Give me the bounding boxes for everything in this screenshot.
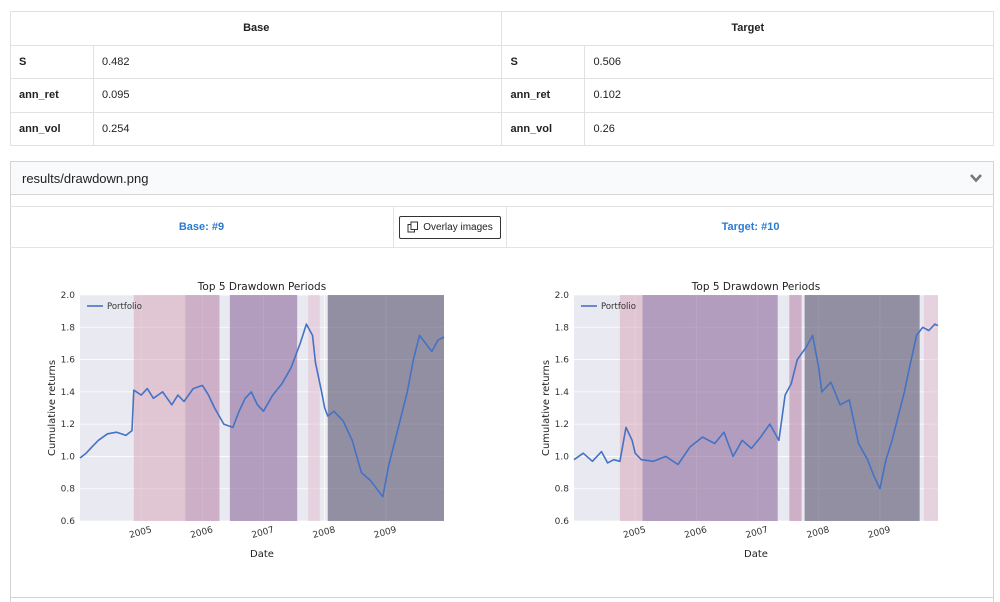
metric-key: ann_vol xyxy=(501,111,586,146)
metric-key: ann_vol xyxy=(10,111,94,146)
base-drawdown-chart: 0.6 0.8 1.0 1.2 1.4 1.6 1.8 2.0 2005 2006 2007 2008… xyxy=(40,276,460,571)
drawdown-span xyxy=(804,295,920,521)
x-tick-label: 2007 xyxy=(745,525,770,541)
drawdown-span xyxy=(133,295,186,521)
section-title: results/drawdown.png xyxy=(22,170,149,186)
y-tick-label: 1.0 xyxy=(555,452,570,462)
overlay-images-button[interactable]: Overlay images xyxy=(399,215,501,239)
drawdown-span xyxy=(619,295,643,521)
target-drawdown-svg: 0.6 0.8 1.0 1.2 1.4 1.6 1.8 2.0 2005 2006 2007 2008… xyxy=(541,281,939,560)
table-row: S 0.482 S 0.506 xyxy=(10,44,994,79)
overlay-cell: Overlay images xyxy=(394,207,507,247)
y-tick-label: 1.0 xyxy=(61,452,76,462)
drawdown-span xyxy=(642,295,778,521)
target-run-link[interactable]: Target: #10 xyxy=(722,221,780,233)
target-drawdown-chart: 0.6 0.8 1.0 1.2 1.4 1.6 1.8 2.0 2005 2006 2007 2008… xyxy=(534,276,954,571)
copy-icon xyxy=(407,221,419,233)
x-axis-label: Date xyxy=(744,549,768,560)
y-tick-label: 2.0 xyxy=(61,291,76,301)
y-axis-label: Cumulative returns xyxy=(541,360,552,456)
base-drawdown-svg: 0.6 0.8 1.0 1.2 1.4 1.6 1.8 2.0 2005 2006 2007 2008… xyxy=(47,281,445,560)
metric-target-value: 0.506 xyxy=(584,44,994,79)
y-tick-label: 1.6 xyxy=(61,356,76,366)
overlay-images-label: Overlay images xyxy=(423,221,493,233)
target-header: Target xyxy=(501,11,994,46)
x-tick-label: 2006 xyxy=(189,525,214,541)
section-bottom-border xyxy=(10,597,994,598)
x-tick-label: 2006 xyxy=(683,525,708,541)
metric-key: S xyxy=(501,44,586,79)
x-tick-label: 2005 xyxy=(622,525,647,541)
y-tick-label: 1.4 xyxy=(555,388,570,398)
y-tick-label: 0.8 xyxy=(555,485,570,495)
x-tick-label: 2008 xyxy=(312,525,337,541)
base-header: Base xyxy=(9,11,503,46)
base-run-link[interactable]: Base: #9 xyxy=(179,221,224,233)
y-tick-label: 0.6 xyxy=(555,517,570,527)
y-tick-label: 1.6 xyxy=(555,356,570,366)
metric-base-value: 0.254 xyxy=(92,111,503,146)
metric-target-value: 0.26 xyxy=(584,111,994,146)
legend-label: Portfolio xyxy=(601,302,636,312)
base-column-header: Base: #9 xyxy=(10,207,394,247)
x-tick-label: 2008 xyxy=(806,525,831,541)
drawdown-span xyxy=(789,295,802,521)
metric-key: S xyxy=(10,44,94,79)
y-tick-label: 1.2 xyxy=(61,420,75,430)
compare-bar: Base: #9 Overlay images Target: #10 xyxy=(10,206,994,248)
x-axis-label: Date xyxy=(250,549,274,560)
x-tick-label: 2005 xyxy=(128,525,153,541)
metrics-table: Base Target S 0.482 S 0.506 ann_ret 0.09… xyxy=(9,11,994,146)
table-row: ann_vol 0.254 ann_vol 0.26 xyxy=(10,111,994,146)
metric-base-value: 0.095 xyxy=(92,78,503,113)
drawdown-span xyxy=(327,295,444,521)
y-tick-label: 2.0 xyxy=(555,291,570,301)
y-axis-label: Cumulative returns xyxy=(47,360,58,456)
x-tick-label: 2009 xyxy=(373,525,398,541)
y-tick-label: 0.8 xyxy=(61,485,76,495)
y-tick-label: 1.8 xyxy=(555,323,570,333)
metric-key: ann_ret xyxy=(10,78,94,113)
table-row: ann_ret 0.095 ann_ret 0.102 xyxy=(10,78,994,113)
x-tick-label: 2009 xyxy=(867,525,892,541)
chevron-down-icon[interactable] xyxy=(969,171,983,185)
y-tick-label: 0.6 xyxy=(61,517,76,527)
metric-base-value: 0.482 xyxy=(92,44,503,79)
chart-title: Top 5 Drawdown Periods xyxy=(691,281,820,293)
metric-key: ann_ret xyxy=(501,78,586,113)
target-column-header: Target: #10 xyxy=(507,207,994,247)
x-tick-label: 2007 xyxy=(251,525,276,541)
table-header-row: Base Target xyxy=(9,11,994,46)
drawdown-span xyxy=(308,295,320,521)
y-tick-label: 1.4 xyxy=(61,388,76,398)
accordion-header[interactable]: results/drawdown.png xyxy=(10,161,994,195)
chart-title: Top 5 Drawdown Periods xyxy=(197,281,326,293)
y-tick-label: 1.2 xyxy=(555,420,569,430)
legend-label: Portfolio xyxy=(107,302,142,312)
metric-target-value: 0.102 xyxy=(584,78,994,113)
y-tick-label: 1.8 xyxy=(61,323,76,333)
